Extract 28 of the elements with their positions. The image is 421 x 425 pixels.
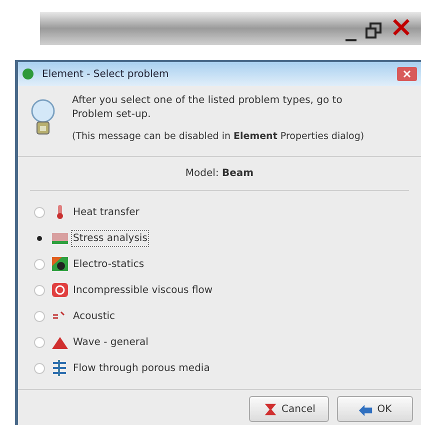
option-label[interactable]: Wave - general (71, 334, 150, 350)
close-icon[interactable] (397, 67, 417, 81)
radio-button[interactable] (34, 336, 45, 348)
message-text: After you select one of the listed problem types, go to Problem set-up. (72, 94, 344, 122)
app-icon (22, 68, 34, 80)
beam-icon (52, 230, 68, 246)
model-label: Model: Beam (185, 167, 254, 181)
option-label[interactable]: Heat transfer (71, 204, 142, 220)
ok-button[interactable]: OK (337, 396, 413, 422)
cancel-button[interactable]: Cancel (249, 396, 329, 422)
flow-icon (52, 282, 68, 298)
message-note: (This message can be disabled in Element Properties dialog) (72, 130, 366, 144)
option-label[interactable]: Stress analysis (71, 230, 150, 246)
radio-button[interactable] (34, 258, 45, 270)
electro-icon (52, 256, 68, 272)
radio-button[interactable] (34, 362, 45, 374)
radio-button[interactable] (34, 206, 45, 218)
option-label[interactable]: Electro-statics (71, 256, 146, 272)
radio-button[interactable] (34, 284, 45, 296)
option-label[interactable]: Flow through porous media (71, 360, 212, 376)
option-label[interactable]: Acoustic (71, 308, 118, 324)
layers-icon (52, 360, 68, 376)
radio-button[interactable] (34, 310, 45, 322)
restore-icon[interactable] (364, 22, 382, 39)
cancel-icon (262, 402, 278, 416)
dialog-title: Element - Select problem (42, 68, 170, 82)
minimize-button[interactable]: _ (346, 19, 357, 41)
option-label[interactable]: Incompressible viscous flow (71, 282, 215, 298)
